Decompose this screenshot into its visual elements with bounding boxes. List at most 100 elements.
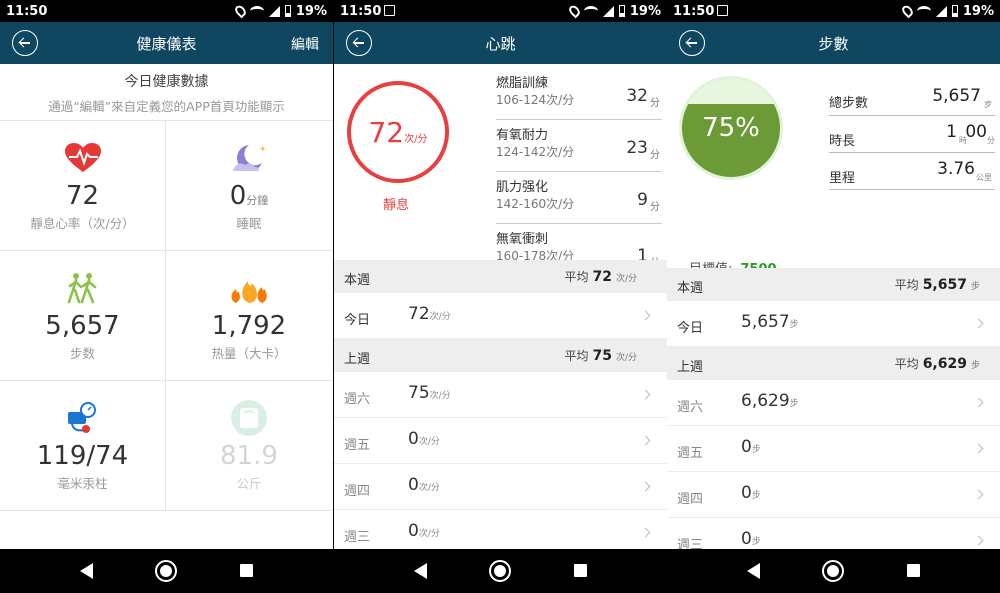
back-button[interactable]: [12, 30, 38, 56]
total-steps-row: 總步數 5,657 步: [829, 72, 995, 116]
row-value: 75: [408, 383, 430, 403]
back-button[interactable]: [346, 30, 372, 56]
zone-item: 燃脂訓練 106-124次/分 32 分: [496, 68, 662, 120]
flame-icon: [231, 281, 267, 303]
list-item[interactable]: 週五 0步: [667, 426, 1000, 472]
nav-recents-icon[interactable]: [240, 564, 253, 577]
app-bar: 心跳: [334, 22, 667, 64]
row-day: 週四: [677, 492, 704, 507]
nav-back-icon[interactable]: [747, 563, 760, 579]
list-item[interactable]: 週六 75次/分: [334, 372, 667, 418]
distance-unit: 公里: [976, 173, 992, 182]
zone-range: 124-142次/分: [496, 145, 575, 159]
row-day: 週五: [677, 446, 704, 461]
chevron-right-icon: [640, 435, 651, 446]
weight-value: 81.9: [220, 441, 278, 471]
steps-value: 5,657: [45, 311, 120, 341]
steps-tile[interactable]: 5,657 步数: [0, 251, 166, 381]
avg-value: 6,629: [922, 356, 967, 372]
metric-grid: 72 靜息心率（次/分） ✦ 0分鐘 睡眠 5,657 步数 1,792 热量（…: [0, 120, 333, 511]
total-steps-unit: 步: [984, 100, 992, 109]
sleep-label: 睡眠: [236, 216, 262, 231]
chevron-right-icon: [640, 389, 651, 400]
status-bar: 11:50 19%: [334, 0, 667, 22]
chevron-right-icon: [640, 310, 651, 321]
system-nav-bar: [667, 549, 1000, 593]
row-value: 0: [408, 521, 419, 541]
row-unit: 步: [751, 491, 761, 501]
status-time: 11:50: [673, 3, 715, 19]
nav-home-icon[interactable]: [822, 560, 844, 582]
signal-icon: [602, 5, 614, 17]
nav-home-icon[interactable]: [155, 560, 177, 582]
row-unit: 步: [751, 445, 761, 455]
list-item[interactable]: 週四 0次/分: [334, 464, 667, 510]
avg-unit: 步: [970, 282, 980, 292]
weight-tile[interactable]: 81.9 公斤: [166, 381, 332, 511]
steps-summary: 75% 總步數 5,657 步 時長 1 時 00 分 里程 3.76 公里 目…: [667, 64, 1000, 277]
calories-tile[interactable]: 1,792 热量（大卡）: [166, 251, 332, 381]
row-day: 今日: [677, 321, 704, 336]
avg-unit: 次/分: [615, 353, 637, 363]
heart-rate-screen: 11:50 19% 心跳 72 次/分 燃脂訓練 106-124次/分 32 分: [334, 0, 667, 593]
zone-value: 9: [637, 190, 648, 210]
system-nav-bar: [0, 549, 333, 593]
chevron-right-icon: [973, 535, 984, 546]
nav-recents-icon[interactable]: [907, 564, 920, 577]
row-day: 週五: [344, 438, 371, 453]
row-unit: 次/分: [429, 391, 451, 401]
list-item[interactable]: 週五 0次/分: [334, 418, 667, 464]
list-item[interactable]: 今日 5,657步: [667, 301, 1000, 347]
list-item[interactable]: 週四 0步: [667, 472, 1000, 518]
row-day: 週六: [677, 400, 704, 415]
edit-button[interactable]: 編輯: [291, 34, 319, 54]
list-item[interactable]: 週六 6,629步: [667, 380, 1000, 426]
heart-zone-list: 燃脂訓練 106-124次/分 32 分 有氧耐力 124-142次/分 23 …: [496, 68, 662, 276]
zone-name: 肌力强化: [496, 180, 549, 195]
duration-minutes-unit: 分: [987, 136, 995, 145]
status-bar: 11:50 19%: [667, 0, 1000, 22]
back-button[interactable]: [679, 30, 705, 56]
blood-pressure-tile[interactable]: 119/74 毫米汞柱: [0, 381, 166, 511]
last-week-header: 上週 平均 75 次/分: [334, 339, 667, 372]
row-unit: 次/分: [418, 437, 440, 447]
gallery-notification-icon: [384, 5, 395, 16]
heart-rate-value: 72: [65, 181, 100, 211]
status-bar: 11:50 19%: [0, 0, 333, 22]
nav-home-icon[interactable]: [489, 560, 511, 582]
weight-label: 公斤: [236, 476, 262, 491]
row-day: 週三: [344, 530, 371, 545]
svg-text:✦: ✦: [259, 145, 267, 155]
nav-back-icon[interactable]: [80, 563, 93, 579]
chevron-right-icon: [640, 527, 651, 538]
avg-label: 平均: [564, 270, 589, 284]
zone-range: 106-124次/分: [496, 93, 575, 107]
row-value: 0: [741, 437, 752, 457]
heart-rate-tile[interactable]: 72 靜息心率（次/分）: [0, 121, 166, 251]
row-value: 72: [408, 304, 430, 324]
duration-label: 時長: [829, 134, 856, 149]
heart-rate-ring: 72 次/分: [347, 81, 449, 183]
duration-row: 時長 1 時 00 分: [829, 116, 995, 153]
heart-icon: [64, 143, 101, 172]
duration-minutes: 00: [965, 122, 987, 142]
heart-rate-label: 靜息心率（次/分）: [30, 216, 135, 231]
blood-pressure-icon: [67, 402, 96, 433]
chevron-right-icon: [973, 318, 984, 329]
distance-label: 里程: [829, 171, 856, 186]
battery-icon: [951, 5, 958, 17]
sleep-tile[interactable]: ✦ 0分鐘 睡眠: [166, 121, 332, 251]
row-day: 週四: [344, 484, 371, 499]
nav-back-icon[interactable]: [414, 563, 427, 579]
nav-recents-icon[interactable]: [574, 564, 587, 577]
row-unit: 步: [751, 537, 761, 547]
row-unit: 次/分: [429, 312, 451, 322]
row-value: 6,629: [741, 391, 790, 411]
list-item[interactable]: 今日 72次/分: [334, 293, 667, 339]
row-unit: 次/分: [418, 529, 440, 539]
zone-range: 142-160次/分: [496, 197, 575, 211]
row-value: 0: [408, 429, 419, 449]
row-unit: 步: [789, 320, 799, 330]
row-unit: 步: [789, 399, 799, 409]
last-week-header: 上週 平均 6,629 步: [667, 347, 1000, 380]
